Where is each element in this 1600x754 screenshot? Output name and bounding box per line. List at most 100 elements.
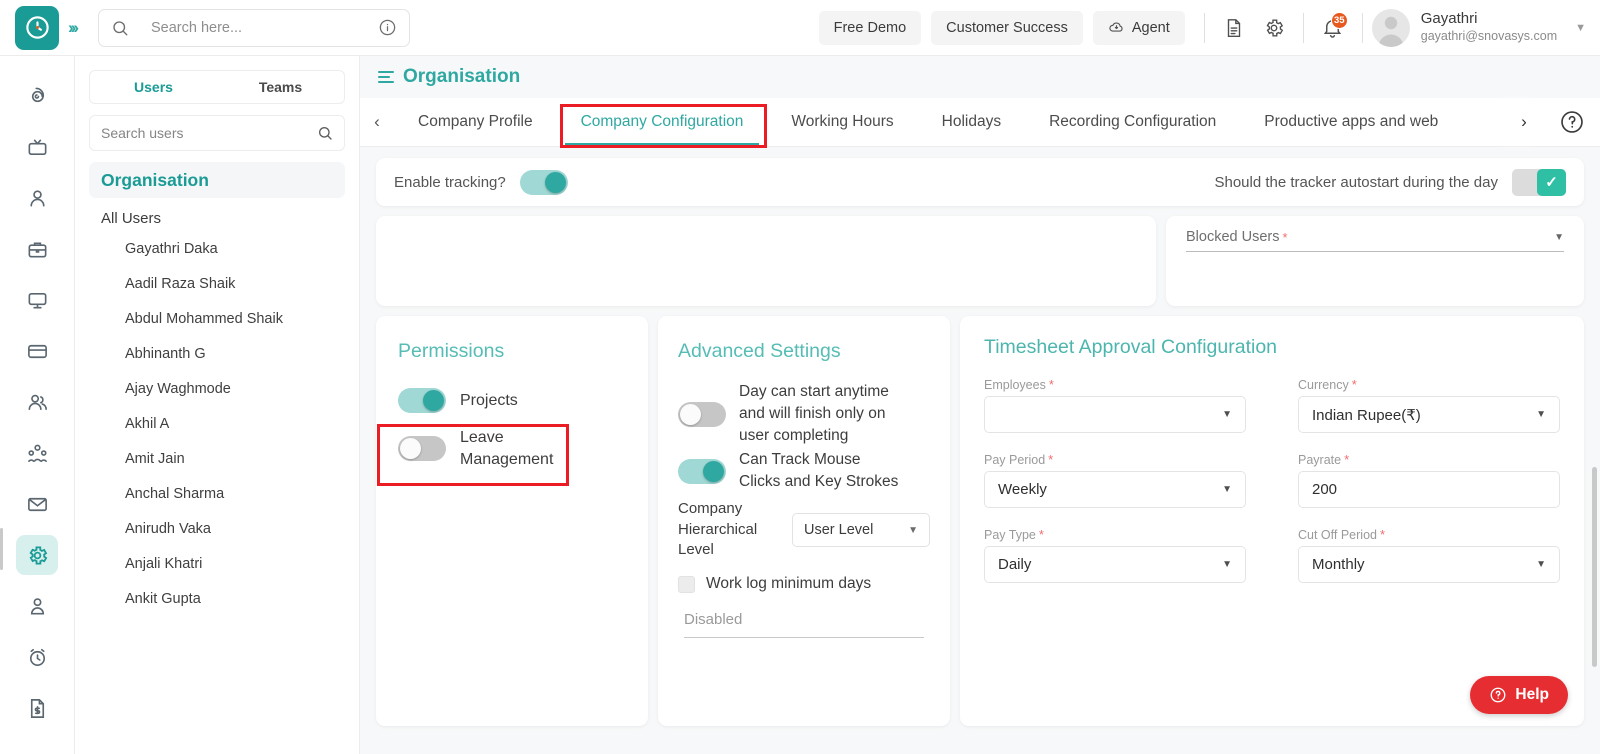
list-item[interactable]: Ajay Waghmode (89, 371, 345, 406)
enable-tracking-toggle[interactable] (519, 169, 568, 195)
top-header: ››› Free Demo Customer Success (0, 0, 1600, 56)
blocked-users-label: Blocked Users (1186, 229, 1280, 245)
sidebar-item-person[interactable] (16, 178, 58, 218)
timesheet-form: Employees* ▼ Currency* Indian Rupee(₹) (984, 377, 1560, 583)
chevron-down-icon[interactable]: ▼ (1554, 232, 1564, 243)
autostart-checkbox[interactable]: ✓ (1512, 168, 1566, 196)
list-item[interactable]: Abhinanth G (89, 336, 345, 371)
currency-select[interactable]: Indian Rupee(₹) ▼ (1298, 396, 1560, 433)
notification-badge: 35 (1330, 11, 1348, 29)
tab-recording-configuration[interactable]: Recording Configuration (1025, 98, 1240, 146)
sidebar-item-monitor[interactable] (16, 280, 58, 320)
field-label: Currency * (1298, 377, 1357, 392)
agent-button[interactable]: Agent (1092, 10, 1185, 45)
free-demo-button[interactable]: Free Demo (818, 10, 922, 45)
cut-off-period-select[interactable]: Monthly ▼ (1298, 546, 1560, 583)
chevron-right-icon[interactable]: › (1504, 98, 1544, 146)
upper-cards-row: Blocked Users * ▼ (376, 216, 1584, 306)
tabs-scroll: Company Profile Company Configuration Wo… (394, 98, 1504, 146)
field-cut-off-period: Cut Off Period * Monthly ▼ (1298, 527, 1560, 583)
list-item[interactable]: Anjali Khatri (89, 546, 345, 581)
sidebar-item-dashboard[interactable] (16, 76, 58, 116)
sidebar-item-invoice[interactable] (16, 688, 58, 728)
sidebar-item-users[interactable] (16, 382, 58, 422)
advanced-settings-card: Advanced Settings Day can start anytime … (658, 316, 950, 726)
track-mouse-label: Can Track Mouse Clicks and Key Strokes (739, 451, 899, 490)
day-start-label: Day can start anytime and will finish on… (739, 383, 889, 444)
pay-type-select[interactable]: Daily ▼ (984, 546, 1246, 583)
chevron-down-icon[interactable]: ▼ (1575, 22, 1586, 34)
all-users-node[interactable]: All Users (89, 198, 345, 231)
list-item[interactable]: Amit Jain (89, 441, 345, 476)
day-start-toggle[interactable] (678, 401, 726, 427)
list-item[interactable]: Ankit Gupta (89, 581, 345, 616)
list-item[interactable]: Gayathri Daka (89, 231, 345, 266)
field-value: Monthly (1312, 556, 1365, 573)
sidebar-item-settings[interactable] (16, 535, 58, 575)
worklog-row: Work log minimum days (678, 575, 930, 593)
blocked-users-field[interactable]: Blocked Users * ▼ (1186, 229, 1564, 252)
list-item[interactable]: Abdul Mohammed Shaik (89, 301, 345, 336)
tab-company-configuration[interactable]: Company Configuration (557, 98, 768, 146)
search-users-input[interactable] (101, 125, 317, 141)
tab-bar: ‹ Company Profile Company Configuration … (360, 98, 1600, 147)
global-search[interactable] (97, 8, 410, 47)
tab-company-profile[interactable]: Company Profile (394, 98, 557, 146)
permission-row-projects: Projects (398, 381, 626, 420)
list-item[interactable]: Anchal Sharma (89, 476, 345, 511)
sidebar-item-mail[interactable] (16, 484, 58, 524)
list-item[interactable]: Aadil Raza Shaik (89, 266, 345, 301)
track-mouse-toggle[interactable] (678, 458, 726, 484)
info-circle-icon[interactable] (378, 18, 397, 37)
organisation-node[interactable]: Organisation (89, 162, 345, 198)
sidebar-item-org-chart[interactable] (16, 433, 58, 473)
hierarchy-label: Company Hierarchical Level (678, 500, 758, 559)
settings-cards-row: Permissions Projects Leave Management Ad… (376, 316, 1584, 726)
sidebar-item-briefcase[interactable] (16, 229, 58, 269)
pay-period-select[interactable]: Weekly ▼ (984, 471, 1246, 508)
list-item[interactable]: Akhil A (89, 406, 345, 441)
sidebar-item-billing[interactable] (16, 331, 58, 371)
document-icon[interactable] (1214, 8, 1254, 48)
field-value: Indian Rupee(₹) (1312, 406, 1421, 424)
help-button[interactable]: Help (1470, 676, 1568, 714)
hamburger-icon[interactable] (378, 71, 394, 83)
worklog-checkbox[interactable] (678, 575, 695, 593)
sidebar-item-alarm-clock[interactable] (16, 637, 58, 677)
tab-productive-apps-and-web[interactable]: Productive apps and web (1240, 98, 1462, 146)
gear-icon[interactable] (1254, 8, 1294, 48)
clock-logo-icon[interactable] (15, 5, 59, 50)
list-item[interactable]: Anirudh Vaka (89, 511, 345, 546)
field-pay-type: Pay Type * Daily ▼ (984, 527, 1246, 583)
payrate-input[interactable]: 200 (1298, 471, 1560, 508)
divider (1203, 12, 1205, 43)
customer-success-button[interactable]: Customer Success (931, 10, 1083, 45)
main-content: Organisation ‹ Company Profile Company C… (360, 56, 1600, 754)
chevron-down-icon: ▼ (1222, 484, 1232, 495)
advanced-settings-title: Advanced Settings (678, 340, 841, 362)
leave-management-toggle[interactable] (398, 436, 446, 462)
field-label: Payrate * (1298, 452, 1350, 467)
double-chevron-right-icon[interactable]: ››› (68, 18, 79, 38)
tab-users[interactable]: Users (90, 71, 217, 103)
notifications-button[interactable]: 35 (1313, 8, 1353, 48)
question-circle-icon[interactable] (1544, 98, 1600, 146)
tab-working-hours[interactable]: Working Hours (767, 98, 917, 146)
sidebar-item-tv[interactable] (16, 127, 58, 167)
chevron-left-icon[interactable]: ‹ (360, 98, 394, 146)
chevron-down-icon: ▼ (1222, 559, 1232, 570)
tab-holidays[interactable]: Holidays (918, 98, 1025, 146)
employees-select[interactable]: ▼ (984, 396, 1246, 433)
avatar[interactable] (1371, 8, 1410, 47)
content-scrollbar[interactable] (1592, 467, 1597, 667)
users-search[interactable] (89, 115, 345, 151)
left-blank-card (376, 216, 1156, 306)
user-info[interactable]: Gayathri gayathri@snovasys.com (1421, 10, 1557, 44)
tab-teams[interactable]: Teams (217, 71, 344, 103)
hierarchy-select[interactable]: User Level ▼ (792, 513, 930, 548)
search-input[interactable] (150, 19, 378, 36)
user-email: gayathri@snovasys.com (1420, 29, 1558, 44)
sidebar-item-user-badge[interactable] (16, 586, 58, 626)
chevron-down-icon: ▼ (908, 524, 918, 536)
projects-toggle[interactable] (398, 388, 446, 413)
